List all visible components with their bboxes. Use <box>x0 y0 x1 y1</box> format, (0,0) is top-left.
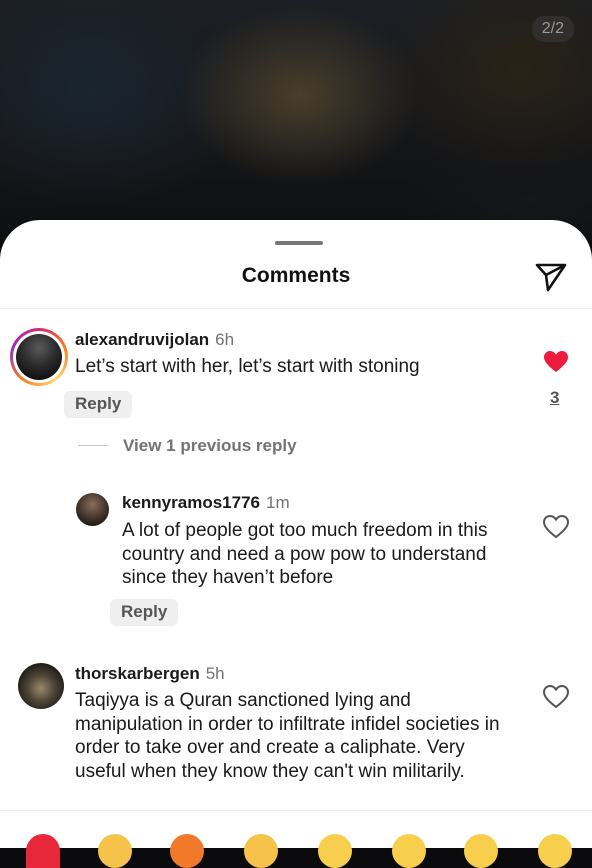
avatar[interactable] <box>76 493 109 526</box>
reply-button[interactable]: Reply <box>110 599 179 626</box>
header-divider <box>0 308 592 309</box>
comment-username[interactable]: alexandruvijolan 6h <box>75 330 234 350</box>
heart-eyes-icon[interactable] <box>392 834 426 868</box>
avatar-story-ring[interactable] <box>10 328 68 386</box>
emoji-bar-divider <box>0 810 592 811</box>
drag-handle[interactable] <box>275 241 323 245</box>
comment-time: 5h <box>205 664 225 683</box>
comment-username[interactable]: thorskarbergen 5h <box>75 664 225 684</box>
view-replies-line <box>78 445 108 446</box>
astonished-icon[interactable] <box>464 834 498 868</box>
avatar <box>16 334 62 380</box>
comment-text: Taqiyya is a Quran sanctioned lying and … <box>75 690 500 782</box>
crying-laughing-icon[interactable] <box>318 834 352 868</box>
liked-heart-icon[interactable] <box>543 350 569 374</box>
video-background <box>0 0 592 240</box>
comment-text: Let’s start with her, let’s start with s… <box>75 356 420 377</box>
share-send-icon[interactable] <box>534 260 568 294</box>
avatar[interactable] <box>18 663 64 709</box>
comment-text: A lot of people got too much freedom in … <box>122 520 488 588</box>
comment-time: 1m <box>265 493 290 512</box>
page-counter: 2/2 <box>531 16 574 42</box>
comment-username[interactable]: kennyramos1776 1m <box>122 493 290 513</box>
view-replies-link[interactable]: View 1 previous reply <box>123 436 297 456</box>
fire-icon[interactable] <box>170 834 204 868</box>
emoji-bar <box>0 826 592 868</box>
raising-hands-icon[interactable] <box>98 834 132 868</box>
clapping-hands-icon[interactable] <box>244 834 278 868</box>
heart-outline-icon[interactable] <box>542 514 570 539</box>
smiling-icon[interactable] <box>538 834 572 868</box>
like-count[interactable]: 3 <box>550 388 559 408</box>
comment-time: 6h <box>215 330 235 349</box>
red-heart-icon[interactable] <box>26 834 60 868</box>
heart-outline-icon[interactable] <box>542 684 570 709</box>
reply-button[interactable]: Reply <box>64 391 133 418</box>
sheet-title: Comments <box>241 264 351 287</box>
